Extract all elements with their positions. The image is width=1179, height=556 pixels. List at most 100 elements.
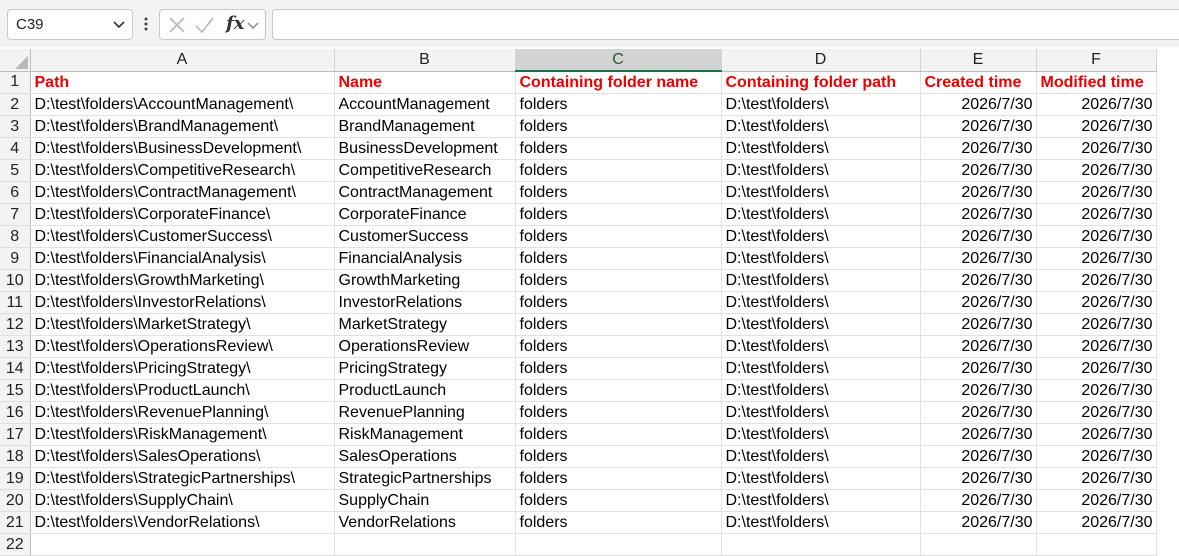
cell[interactable]: 2026/7/30 bbox=[1036, 423, 1157, 446]
row-header[interactable]: 9 bbox=[0, 247, 31, 270]
cell[interactable] bbox=[721, 533, 921, 556]
cell[interactable]: Created time bbox=[920, 71, 1037, 94]
cell[interactable]: D:\test\folders\ bbox=[721, 269, 921, 292]
row-header[interactable]: 7 bbox=[0, 203, 31, 226]
cell[interactable]: 2026/7/30 bbox=[920, 137, 1037, 160]
cell[interactable]: 2026/7/30 bbox=[920, 357, 1037, 380]
cell[interactable]: 2026/7/30 bbox=[920, 203, 1037, 226]
cell[interactable] bbox=[334, 533, 516, 556]
cell[interactable]: D:\test\folders\ bbox=[721, 357, 921, 380]
cell[interactable] bbox=[515, 533, 722, 556]
cell[interactable]: D:\test\folders\VendorRelations\ bbox=[30, 511, 335, 534]
cell[interactable]: folders bbox=[515, 445, 722, 468]
cell[interactable]: D:\test\folders\GrowthMarketing\ bbox=[30, 269, 335, 292]
cell[interactable]: 2026/7/30 bbox=[1036, 225, 1157, 248]
cell[interactable]: 2026/7/30 bbox=[920, 335, 1037, 358]
cell[interactable]: D:\test\folders\AccountManagement\ bbox=[30, 93, 335, 116]
cell[interactable]: D:\test\folders\ bbox=[721, 445, 921, 468]
cell[interactable]: ProductLaunch bbox=[334, 379, 516, 402]
cell[interactable]: D:\test\folders\ bbox=[721, 247, 921, 270]
cell[interactable]: D:\test\folders\ bbox=[721, 335, 921, 358]
cell[interactable]: D:\test\folders\ bbox=[721, 511, 921, 534]
cell[interactable] bbox=[920, 533, 1037, 556]
cell[interactable]: D:\test\folders\MarketStrategy\ bbox=[30, 313, 335, 336]
cell[interactable]: folders bbox=[515, 115, 722, 138]
cell[interactable]: D:\test\folders\ContractManagement\ bbox=[30, 181, 335, 204]
row-header[interactable]: 5 bbox=[0, 159, 31, 182]
cell[interactable]: folders bbox=[515, 511, 722, 534]
row-header[interactable]: 13 bbox=[0, 335, 31, 358]
chevron-down-icon[interactable] bbox=[112, 17, 126, 31]
cell[interactable]: Name bbox=[334, 71, 516, 94]
cell[interactable]: D:\test\folders\RevenuePlanning\ bbox=[30, 401, 335, 424]
row-header[interactable]: 12 bbox=[0, 313, 31, 336]
function-icon[interactable]: fx bbox=[226, 13, 244, 34]
cell[interactable]: folders bbox=[515, 93, 722, 116]
cell[interactable]: VendorRelations bbox=[334, 511, 516, 534]
cell[interactable]: D:\test\folders\ bbox=[721, 489, 921, 512]
row-header[interactable]: 11 bbox=[0, 291, 31, 314]
cell[interactable] bbox=[30, 533, 335, 556]
select-all-corner[interactable] bbox=[0, 49, 31, 72]
cell[interactable]: folders bbox=[515, 379, 722, 402]
more-options-icon[interactable] bbox=[143, 13, 149, 35]
cell[interactable]: D:\test\folders\ bbox=[721, 225, 921, 248]
cell[interactable]: folders bbox=[515, 313, 722, 336]
cell[interactable]: 2026/7/30 bbox=[920, 159, 1037, 182]
cell[interactable]: folders bbox=[515, 203, 722, 226]
cell[interactable]: 2026/7/30 bbox=[1036, 115, 1157, 138]
row-header[interactable]: 10 bbox=[0, 269, 31, 292]
cell[interactable]: D:\test\folders\RiskManagement\ bbox=[30, 423, 335, 446]
cell[interactable]: D:\test\folders\ bbox=[721, 313, 921, 336]
name-box[interactable]: C39 bbox=[7, 9, 133, 40]
cell[interactable]: folders bbox=[515, 423, 722, 446]
row-header[interactable]: 18 bbox=[0, 445, 31, 468]
cell[interactable]: 2026/7/30 bbox=[1036, 159, 1157, 182]
cell[interactable]: CorporateFinance bbox=[334, 203, 516, 226]
cell[interactable]: RevenuePlanning bbox=[334, 401, 516, 424]
cell[interactable]: 2026/7/30 bbox=[920, 445, 1037, 468]
cell[interactable]: 2026/7/30 bbox=[1036, 313, 1157, 336]
row-header[interactable]: 6 bbox=[0, 181, 31, 204]
cell[interactable]: folders bbox=[515, 247, 722, 270]
cell[interactable] bbox=[1036, 533, 1157, 556]
cell[interactable]: folders bbox=[515, 357, 722, 380]
row-header[interactable]: 1 bbox=[0, 71, 31, 94]
cell[interactable]: D:\test\folders\ bbox=[721, 159, 921, 182]
row-header[interactable]: 21 bbox=[0, 511, 31, 534]
cell[interactable]: D:\test\folders\FinancialAnalysis\ bbox=[30, 247, 335, 270]
cell[interactable]: D:\test\folders\SupplyChain\ bbox=[30, 489, 335, 512]
cell[interactable]: D:\test\folders\CustomerSuccess\ bbox=[30, 225, 335, 248]
formula-input[interactable] bbox=[272, 9, 1179, 40]
cell[interactable]: D:\test\folders\SalesOperations\ bbox=[30, 445, 335, 468]
cell[interactable]: 2026/7/30 bbox=[920, 291, 1037, 314]
cell[interactable]: folders bbox=[515, 401, 722, 424]
cell[interactable]: folders bbox=[515, 225, 722, 248]
cell[interactable]: D:\test\folders\StrategicPartnerships\ bbox=[30, 467, 335, 490]
enter-icon[interactable] bbox=[193, 14, 215, 36]
cell[interactable]: 2026/7/30 bbox=[1036, 379, 1157, 402]
cell[interactable]: D:\test\folders\InvestorRelations\ bbox=[30, 291, 335, 314]
cell[interactable]: D:\test\folders\ bbox=[721, 379, 921, 402]
cell[interactable]: 2026/7/30 bbox=[920, 269, 1037, 292]
cell[interactable]: 2026/7/30 bbox=[920, 115, 1037, 138]
cell[interactable]: 2026/7/30 bbox=[920, 93, 1037, 116]
cell[interactable]: 2026/7/30 bbox=[1036, 445, 1157, 468]
cell[interactable]: SalesOperations bbox=[334, 445, 516, 468]
cell[interactable]: GrowthMarketing bbox=[334, 269, 516, 292]
cell[interactable]: folders bbox=[515, 489, 722, 512]
row-header[interactable]: 22 bbox=[0, 533, 31, 556]
cell[interactable]: folders bbox=[515, 467, 722, 490]
cell[interactable]: 2026/7/30 bbox=[920, 401, 1037, 424]
cell[interactable]: OperationsReview bbox=[334, 335, 516, 358]
row-header[interactable]: 2 bbox=[0, 93, 31, 116]
cell[interactable]: AccountManagement bbox=[334, 93, 516, 116]
cell[interactable]: D:\test\folders\ bbox=[721, 115, 921, 138]
cell[interactable]: InvestorRelations bbox=[334, 291, 516, 314]
cell[interactable]: D:\test\folders\ bbox=[721, 401, 921, 424]
row-header[interactable]: 17 bbox=[0, 423, 31, 446]
cell[interactable]: 2026/7/30 bbox=[920, 181, 1037, 204]
cell[interactable]: 2026/7/30 bbox=[1036, 489, 1157, 512]
chevron-down-icon[interactable] bbox=[246, 14, 260, 36]
cell[interactable]: Containing folder path bbox=[721, 71, 921, 94]
